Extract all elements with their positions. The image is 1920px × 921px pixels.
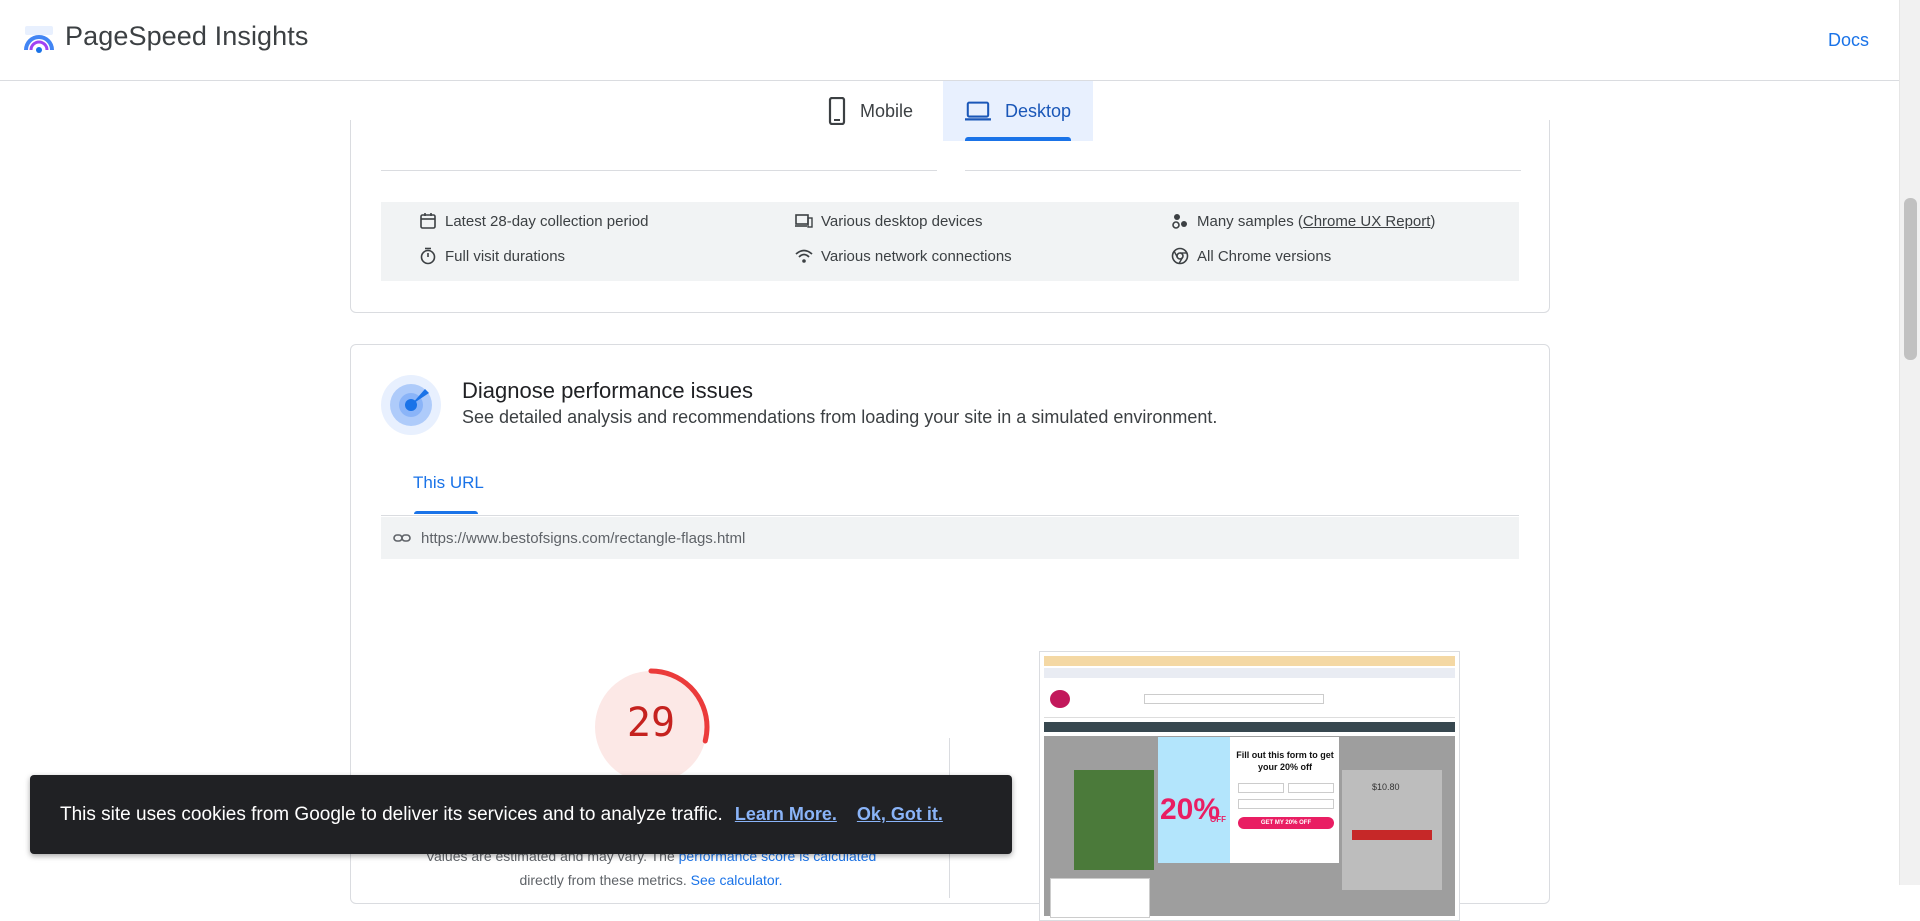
- devices-icon: [795, 214, 813, 228]
- pagespeed-logo-icon[interactable]: [23, 24, 55, 56]
- field-data-card: Latest 28-day collection period Various …: [350, 120, 1550, 313]
- preview-banner: [1044, 656, 1455, 666]
- stopwatch-icon: [420, 247, 436, 265]
- wifi-icon: [795, 249, 813, 263]
- preview-add-button: [1352, 830, 1432, 840]
- cookie-message: This site uses cookies from Google to de…: [60, 803, 723, 825]
- divider: [381, 515, 1519, 516]
- preview-promo-badge-suffix: OFF: [1210, 815, 1226, 824]
- divider: [381, 170, 937, 171]
- scrollbar[interactable]: [1899, 0, 1920, 885]
- preview-form-field: [1238, 783, 1284, 793]
- preview-promo-title: Fill out this form to get your 20% off: [1236, 750, 1334, 772]
- tab-mobile[interactable]: Mobile: [806, 81, 935, 141]
- diagnose-subtitle: See detailed analysis and recommendation…: [462, 407, 1218, 427]
- preview-promo-popup: 20% OFF Fill out this form to get your 2…: [1158, 737, 1339, 863]
- info-text: All Chrome versions: [1197, 247, 1332, 265]
- info-collection-period: Latest 28-day collection period: [419, 212, 648, 230]
- phone-icon: [828, 97, 846, 125]
- tab-this-url-indicator: [414, 511, 478, 514]
- info-network: Various network connections: [795, 247, 1012, 265]
- tab-desktop[interactable]: Desktop: [943, 81, 1093, 141]
- preview-form-field: [1288, 783, 1334, 793]
- scrollbar-thumb[interactable]: [1904, 198, 1917, 360]
- brand-title[interactable]: PageSpeed Insights: [65, 21, 308, 52]
- preview-chat-widget: [1050, 878, 1150, 918]
- info-text: Various desktop devices: [821, 212, 983, 230]
- divider: [965, 170, 1521, 171]
- field-data-info-box: Latest 28-day collection period Various …: [381, 202, 1519, 281]
- preview-nav: [1044, 668, 1455, 678]
- top-bar: PageSpeed Insights Docs: [0, 0, 1899, 81]
- info-devices: Various desktop devices: [795, 212, 982, 230]
- score-note: directly from these metrics. See calcula…: [411, 872, 891, 888]
- preview-promo-left: 20% OFF: [1158, 737, 1230, 863]
- info-samples: Many samples (Chrome UX Report): [1171, 212, 1435, 230]
- preview-menu: [1044, 722, 1455, 732]
- cookie-ok-button[interactable]: Ok, Got it.: [857, 804, 943, 825]
- tab-mobile-label: Mobile: [860, 100, 914, 121]
- analyzed-url-bar: https://www.bestofsigns.com/rectangle-fl…: [381, 517, 1519, 559]
- tab-this-url[interactable]: This URL: [413, 473, 484, 493]
- preview-header: [1044, 680, 1455, 718]
- preview-price: $10.80: [1372, 782, 1400, 792]
- preview-form-field: [1238, 799, 1334, 809]
- see-calculator-link[interactable]: See calculator.: [691, 872, 783, 888]
- info-visit-durations: Full visit durations: [419, 247, 565, 265]
- learn-more-link[interactable]: Learn More.: [735, 804, 837, 825]
- tab-desktop-label: Desktop: [1004, 100, 1071, 121]
- score-note-text: directly from these metrics.: [519, 872, 691, 888]
- calendar-icon: [420, 213, 436, 229]
- info-text: ): [1430, 212, 1436, 230]
- chrome-icon: [1171, 247, 1189, 265]
- preview-flag-photo: [1074, 770, 1154, 870]
- preview-search: [1144, 694, 1324, 704]
- info-text: Many samples (: [1197, 212, 1303, 230]
- lab-data-icon: [381, 375, 441, 435]
- chrome-ux-report-link[interactable]: Chrome UX Report: [1303, 213, 1431, 230]
- info-chrome-versions: All Chrome versions: [1171, 247, 1331, 265]
- page-screenshot-preview: $10.80 20% OFF Fill out this form to get…: [1039, 651, 1460, 921]
- samples-icon: [1172, 214, 1187, 229]
- tab-desktop-indicator: [965, 137, 1071, 141]
- cookie-banner: This site uses cookies from Google to de…: [30, 775, 1012, 854]
- analyzed-url: https://www.bestofsigns.com/rectangle-fl…: [421, 529, 746, 547]
- performance-score: 29: [626, 700, 676, 746]
- docs-link[interactable]: Docs: [1828, 30, 1869, 51]
- link-icon: [393, 534, 411, 542]
- laptop-icon: [965, 101, 991, 121]
- preview-logo: [1050, 690, 1070, 708]
- preview-promo-cta: GET MY 20% OFF: [1238, 817, 1334, 829]
- preview-product-panel: $10.80: [1342, 770, 1442, 890]
- info-text: Latest 28-day collection period: [445, 212, 649, 230]
- diagnose-title: Diagnose performance issues: [462, 378, 754, 403]
- device-tabs: Mobile Desktop: [0, 81, 1899, 141]
- info-text: Various network connections: [821, 247, 1012, 265]
- info-text: Full visit durations: [445, 247, 566, 265]
